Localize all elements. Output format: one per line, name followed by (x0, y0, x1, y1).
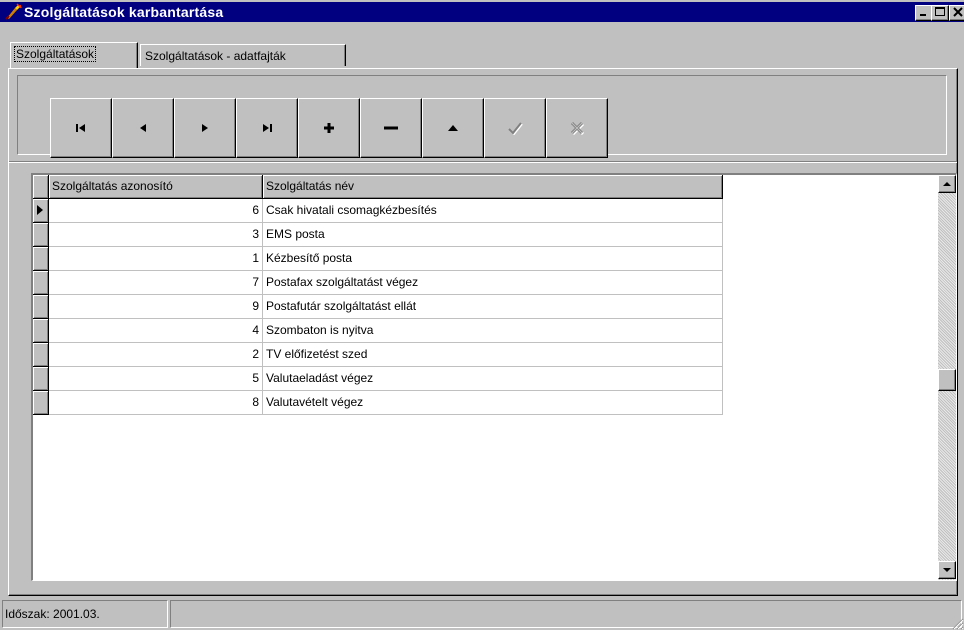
post-record-button[interactable] (484, 98, 546, 158)
cancel-record-button[interactable] (546, 98, 608, 158)
scroll-down-arrow-icon (943, 568, 951, 572)
next-record-button[interactable] (174, 98, 236, 158)
cell-name[interactable]: Kézbesítő posta (263, 247, 723, 271)
row-indicator[interactable] (33, 343, 49, 367)
first-icon (76, 124, 85, 132)
cell-name[interactable]: Postafax szolgáltatást végez (263, 271, 723, 295)
services-grid[interactable]: Szolgáltatás azonosító Szolgáltatás név … (31, 173, 957, 581)
cell-name[interactable]: Szombaton is nyitva (263, 319, 723, 343)
cell-name[interactable]: TV előfizetést szed (263, 343, 723, 367)
cell-id[interactable]: 3 (49, 223, 263, 247)
resize-grip-icon[interactable] (950, 616, 964, 630)
cell-id[interactable]: 4 (49, 319, 263, 343)
status-bar: Időszak: 2001.03. (0, 598, 964, 630)
first-record-button[interactable] (50, 98, 112, 158)
cell-id[interactable]: 6 (49, 199, 263, 223)
cell-name[interactable]: Valutaeladást végez (263, 367, 723, 391)
cell-id[interactable]: 2 (49, 343, 263, 367)
tab-szolgaltatasok[interactable]: Szolgáltatások (10, 42, 138, 68)
tab-label: Szolgáltatások - adatfajták (145, 49, 286, 63)
insert-record-button[interactable] (298, 98, 360, 158)
plus-icon (324, 123, 334, 133)
row-indicator[interactable] (33, 199, 49, 223)
cell-name[interactable]: Valutavételt végez (263, 391, 723, 415)
status-period: Időszak: 2001.03. (2, 600, 168, 628)
app-icon (5, 3, 22, 20)
column-header-name[interactable]: Szolgáltatás név (263, 175, 723, 199)
last-record-button[interactable] (236, 98, 298, 158)
minimize-icon (920, 14, 926, 16)
cell-id[interactable]: 5 (49, 367, 263, 391)
scroll-up-button[interactable] (938, 175, 956, 193)
scroll-up-arrow-icon (943, 182, 951, 186)
close-button[interactable] (949, 5, 964, 21)
header-indicator (33, 175, 49, 199)
row-indicator[interactable] (33, 271, 49, 295)
main-window: Szolgáltatások karbantartása Szolgáltatá… (0, 0, 964, 630)
cell-id[interactable]: 7 (49, 271, 263, 295)
up-triangle-icon (448, 125, 458, 131)
row-indicator[interactable] (33, 295, 49, 319)
row-indicator[interactable] (33, 223, 49, 247)
status-pane-2 (170, 600, 962, 628)
close-icon (953, 7, 963, 17)
cell-id[interactable]: 9 (49, 295, 263, 319)
prior-icon (140, 124, 146, 132)
edit-record-button[interactable] (422, 98, 484, 158)
tab-szolgaltatasok-adatfajtak[interactable]: Szolgáltatások - adatfajták (140, 44, 346, 66)
cell-id[interactable]: 1 (49, 247, 263, 271)
window-title: Szolgáltatások karbantartása (24, 4, 224, 20)
tab-label: Szolgáltatások (13, 46, 97, 62)
row-indicator[interactable] (33, 367, 49, 391)
row-indicator[interactable] (33, 319, 49, 343)
scroll-down-button[interactable] (938, 561, 956, 579)
maximize-button[interactable] (931, 5, 949, 21)
delete-record-button[interactable] (360, 98, 422, 158)
column-header-id[interactable]: Szolgáltatás azonosító (49, 175, 263, 199)
title-bar[interactable]: Szolgáltatások karbantartása (0, 2, 964, 22)
row-indicator[interactable] (33, 391, 49, 415)
cancel-icon (570, 121, 584, 135)
maximize-icon (935, 7, 945, 16)
next-icon (202, 124, 208, 132)
navigator-panel (17, 75, 947, 158)
prior-record-button[interactable] (112, 98, 174, 158)
cell-name[interactable]: EMS posta (263, 223, 723, 247)
scroll-thumb[interactable] (938, 369, 956, 391)
last-icon (263, 124, 272, 132)
tab-panel: Szolgáltatás azonosító Szolgáltatás név … (8, 68, 958, 596)
separator (9, 161, 957, 163)
current-row-arrow-icon (37, 205, 43, 215)
minus-icon (384, 126, 398, 130)
cell-name[interactable]: Csak hivatali csomagkézbesítés (263, 199, 723, 223)
vertical-scrollbar[interactable] (938, 175, 956, 580)
cell-id[interactable]: 8 (49, 391, 263, 415)
cell-name[interactable]: Postafutár szolgáltatást ellát (263, 295, 723, 319)
row-indicator[interactable] (33, 247, 49, 271)
check-icon (508, 122, 523, 135)
